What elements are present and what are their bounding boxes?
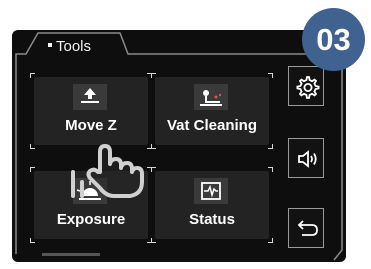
back-button[interactable] [288,208,324,248]
vat-cleaning-icon [194,84,228,110]
status-button[interactable]: Status [151,167,273,243]
move-z-button[interactable]: Move Z [30,73,152,149]
sound-button[interactable] [288,138,324,178]
gear-icon [296,76,320,99]
step-badge: 03 [302,8,365,71]
move-z-icon [73,84,107,110]
tab-dot [48,43,52,48]
move-z-label: Move Z [65,117,117,134]
back-arrow-icon [297,220,318,236]
printer-touchscreen: Tools Move Z Vat Cleaning Exposure Statu… [12,30,346,262]
status-label: Status [189,211,235,228]
tab-title: Tools [56,38,92,55]
settings-button[interactable] [288,66,324,106]
tap-hand-icon [71,144,144,198]
speaker-icon [298,150,317,168]
status-icon [194,178,228,204]
vat-cleaning-label: Vat Cleaning [166,117,258,134]
vat-cleaning-button[interactable]: Vat Cleaning [151,73,273,149]
tools-tab[interactable]: Tools [48,39,91,55]
bottom-indicator [42,253,100,256]
exposure-label: Exposure [56,211,126,228]
